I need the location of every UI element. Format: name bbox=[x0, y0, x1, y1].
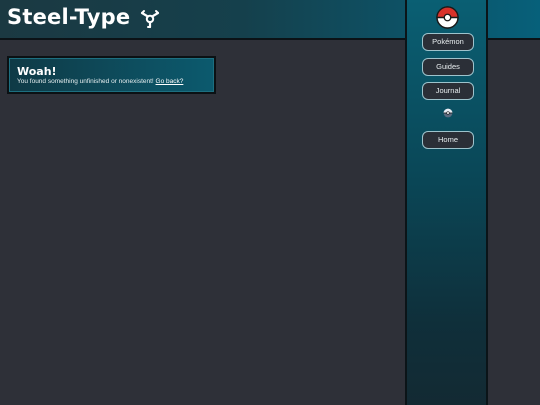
not-found-alert: Woah! You found something unfinished or … bbox=[7, 56, 216, 94]
site-title[interactable]: Steel-Type bbox=[7, 5, 130, 29]
mini-pokeball-icon bbox=[443, 108, 453, 118]
steel-type-icon bbox=[140, 10, 160, 29]
nav-home-button[interactable]: Home bbox=[422, 131, 474, 149]
alert-message-text: You found something unfinished or nonexi… bbox=[17, 78, 156, 85]
alert-title: Woah! bbox=[17, 65, 57, 78]
go-back-link[interactable]: Go back? bbox=[156, 78, 184, 85]
nav-guides-button[interactable]: Guides bbox=[422, 58, 474, 76]
nav-journal-button[interactable]: Journal bbox=[422, 82, 474, 100]
pokeball-icon[interactable] bbox=[436, 6, 459, 29]
alert-message: You found something unfinished or nonexi… bbox=[17, 78, 183, 85]
sidebar: Pokémon Guides Journal Home bbox=[405, 0, 488, 405]
nav-pokemon-button[interactable]: Pokémon bbox=[422, 33, 474, 51]
